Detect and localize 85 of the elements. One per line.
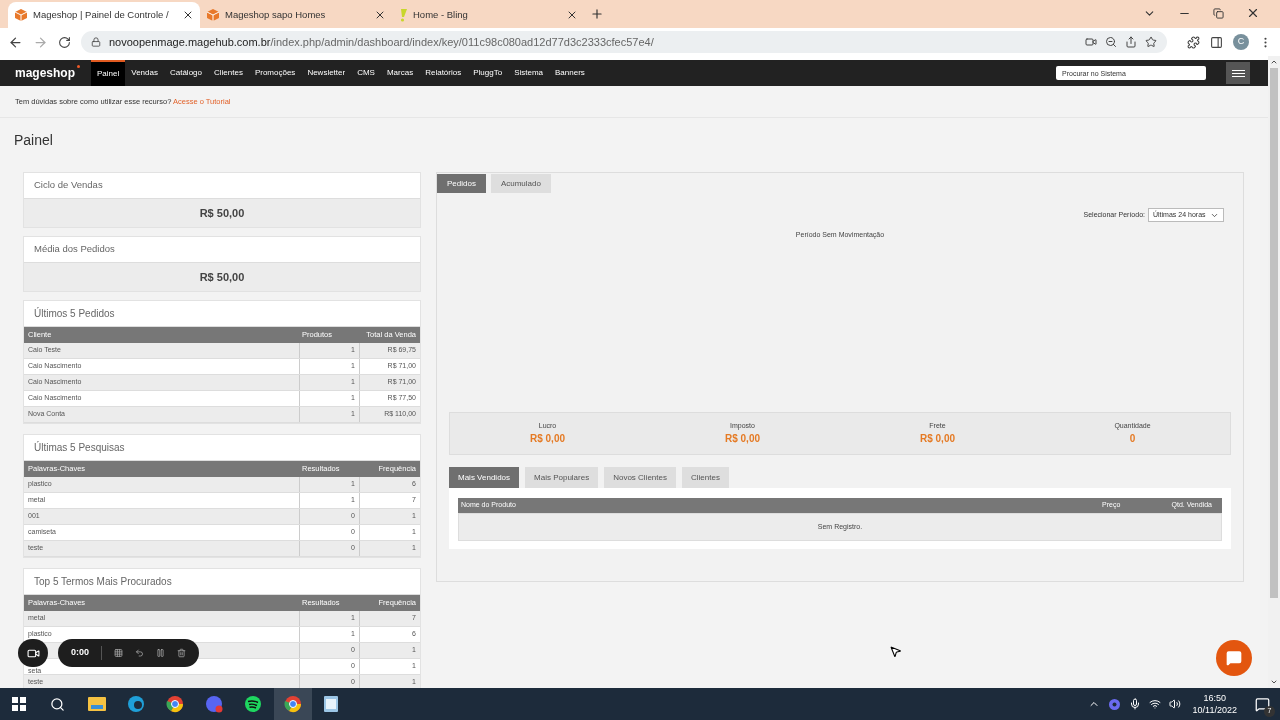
tab-title: Mageshop | Painel de Controle / <box>33 7 170 22</box>
camera-button[interactable] <box>18 639 48 667</box>
nav-item[interactable]: Catálogo <box>163 60 208 86</box>
lock-icon <box>91 37 101 47</box>
grid-icon[interactable] <box>113 648 123 658</box>
browser-tab[interactable]: Mageshop sapo Homes <box>200 2 392 28</box>
list-tab[interactable]: Novos Clientes <box>604 467 676 488</box>
zoom-out-icon[interactable] <box>1105 36 1117 48</box>
menu-button[interactable] <box>1226 62 1250 84</box>
clock[interactable]: 16:50 10/11/2022 <box>1192 692 1237 716</box>
delete-icon[interactable] <box>176 648 186 658</box>
tab-title: Home - Bling <box>413 7 469 22</box>
chat-app-icon[interactable] <box>205 695 223 713</box>
volume-icon[interactable] <box>1168 698 1181 710</box>
scroll-down-icon[interactable] <box>1270 678 1278 686</box>
nav-item[interactable]: Sistema <box>508 60 550 86</box>
restore-icon[interactable] <box>1213 7 1224 19</box>
close-icon[interactable] <box>374 9 386 21</box>
browser-tab[interactable]: Mageshop | Painel de Controle / <box>8 2 200 28</box>
total-value: 0 <box>1129 432 1136 447</box>
clock-time: 16:50 <box>1203 692 1227 704</box>
nav-item[interactable]: Clientes <box>208 60 249 86</box>
total-value: R$ 0,00 <box>920 432 955 447</box>
nav-item[interactable]: PluggTo <box>467 60 509 86</box>
close-icon[interactable] <box>182 9 194 21</box>
close-icon[interactable] <box>566 9 578 21</box>
star-icon[interactable] <box>1145 36 1157 48</box>
nav-item[interactable]: Painel <box>91 60 126 86</box>
notifications-icon[interactable] <box>1255 696 1270 712</box>
list-tab[interactable]: Mais Populares <box>525 467 599 488</box>
side-panel-icon[interactable] <box>1210 35 1223 49</box>
cursor-icon <box>889 645 902 658</box>
card-title: Ciclo de Vendas <box>33 178 104 193</box>
back-icon[interactable] <box>8 34 23 50</box>
logo[interactable]: mageshop <box>15 64 79 82</box>
address-bar[interactable]: novoopenmage.magehub.com.br/index.php/admin/dashboard/index/key/011c98c080ad12d77d3c2333cfec57e4/ <box>81 31 1167 53</box>
recording-time: 0:00 <box>71 646 89 660</box>
new-tab-icon[interactable] <box>590 7 604 21</box>
box-icon <box>206 8 220 22</box>
camera-icon[interactable] <box>1085 36 1097 48</box>
music-icon[interactable] <box>244 695 262 713</box>
card-title: Últimas 5 Pesquisas <box>33 440 126 455</box>
windows-icon[interactable] <box>12 697 26 711</box>
extensions-icon[interactable] <box>1187 35 1200 49</box>
nav-item[interactable]: Promoções <box>248 60 302 86</box>
microphone-icon[interactable] <box>1128 698 1141 710</box>
total-value: R$ 0,00 <box>530 432 565 447</box>
undo-icon[interactable] <box>134 648 144 658</box>
chrome-icon <box>284 695 302 713</box>
chat-icon <box>1226 650 1242 666</box>
reload-icon[interactable] <box>58 35 71 49</box>
total-value: R$ 0,00 <box>725 432 760 447</box>
nav-item[interactable]: Newsletter <box>301 60 352 86</box>
chart-tab[interactable]: Pedidos <box>437 174 486 193</box>
nav-item[interactable]: CMS <box>351 60 381 86</box>
chat-button[interactable] <box>1216 640 1252 676</box>
tab-title: Mageshop sapo Homes <box>225 7 327 22</box>
url-text: novoopenmage.magehub.com.br/index.php/admin/dashboard/index/key/011c98c080ad12d77d3c2333cfec57e4/ <box>109 34 655 50</box>
list-tab[interactable]: Clientes <box>682 467 729 488</box>
card-title: Top 5 Termos Mais Procurados <box>33 575 173 589</box>
pause-icon[interactable] <box>155 648 165 658</box>
scroll-up-icon[interactable] <box>1270 58 1278 66</box>
search-icon[interactable] <box>50 696 65 712</box>
summary-value: R$ 50,00 <box>24 262 420 291</box>
browser-icon[interactable] <box>127 695 145 713</box>
box-icon <box>14 8 28 22</box>
exclamation-icon <box>398 8 408 22</box>
page-title: Painel <box>14 130 53 150</box>
card-title: Média dos Pedidos <box>33 242 116 257</box>
chart-tab[interactable]: Acumulado <box>490 174 551 193</box>
nav-item[interactable]: Banners <box>549 60 591 86</box>
card-title: Últimos 5 Pedidos <box>33 306 116 321</box>
nav-item[interactable]: Relatórios <box>419 60 468 86</box>
chrome-icon[interactable] <box>166 695 184 713</box>
close-icon[interactable] <box>1246 6 1260 20</box>
nav-item[interactable]: Vendas <box>125 60 164 86</box>
clock-date: 10/11/2022 <box>1192 704 1237 716</box>
share-icon[interactable] <box>1125 36 1137 48</box>
summary-value: R$ 50,00 <box>24 198 420 227</box>
list-tab[interactable]: Mais Vendidos <box>449 467 520 488</box>
nav-item[interactable]: Marcas <box>380 60 420 86</box>
wifi-icon[interactable] <box>1148 698 1161 710</box>
browser-tab[interactable]: Home - Bling <box>392 2 584 28</box>
taskbar-item[interactable] <box>274 688 312 720</box>
notepad-icon[interactable] <box>323 695 339 713</box>
